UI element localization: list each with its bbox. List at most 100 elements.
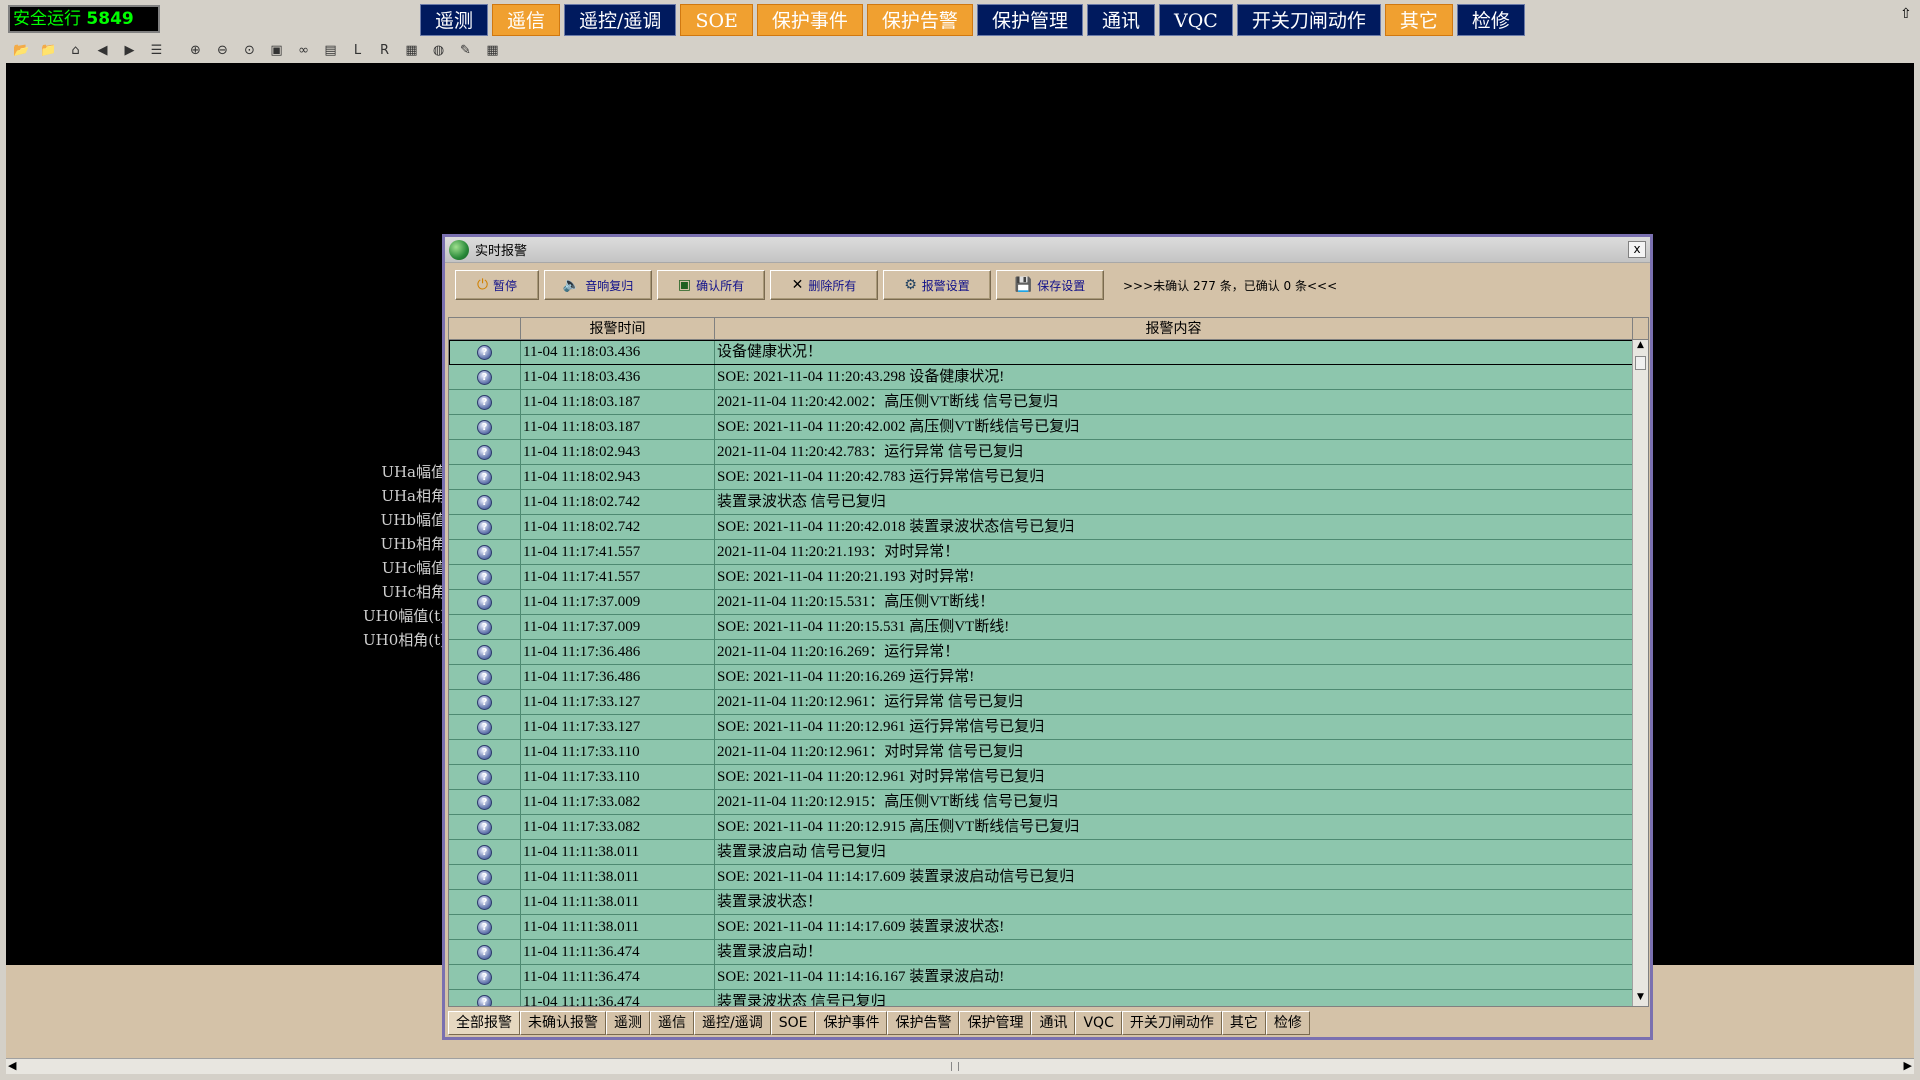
scroll-down-arrow-icon[interactable]: ▼ (1633, 992, 1648, 1006)
alarm-settings-button[interactable]: ⚙ 报警设置 (883, 270, 991, 300)
binoculars-icon[interactable]: ∞ (292, 39, 315, 61)
unconfirmed-icon[interactable]: ? (477, 644, 492, 660)
nav-tab[interactable]: 开关刀闸动作 (1236, 4, 1381, 36)
table-row[interactable]: ? 11-04 11:17:37.009 2021-11-04 11:20:15.5… (449, 590, 1633, 615)
table-row[interactable]: ? 11-04 11:18:03.436 设备健康状况！ (449, 340, 1633, 365)
table-row[interactable]: ? 11-04 11:11:36.474 装置录波启动！ (449, 940, 1633, 965)
table-row[interactable]: ? 11-04 11:18:03.436 SOE: 2021-11-04 11:20… (449, 365, 1633, 390)
unconfirmed-icon[interactable]: ? (477, 469, 492, 485)
table-row[interactable]: ? 11-04 11:17:33.082 SOE: 2021-11-04 11:20… (449, 815, 1633, 840)
filter-tab[interactable]: 全部报警 (448, 1011, 520, 1035)
table-row[interactable]: ? 11-04 11:18:02.742 SOE: 2021-11-04 11:20… (449, 515, 1633, 540)
table-row[interactable]: ? 11-04 11:11:38.011 装置录波状态！ (449, 890, 1633, 915)
table-row[interactable]: ? 11-04 11:11:36.474 SOE: 2021-11-04 11:14… (449, 965, 1633, 990)
table-row[interactable]: ? 11-04 11:18:02.943 SOE: 2021-11-04 11:20… (449, 465, 1633, 490)
scroll-thumb[interactable] (951, 1062, 959, 1071)
rtu-icon[interactable]: R (373, 39, 396, 61)
nav-tab[interactable]: 检修 (1456, 4, 1525, 36)
scroll-up-arrow-icon[interactable]: ▲ (1633, 340, 1648, 354)
label-icon[interactable]: L (346, 39, 369, 61)
table-row[interactable]: ? 11-04 11:18:02.943 2021-11-04 11:20:42.7… (449, 440, 1633, 465)
filter-tab[interactable]: VQC (1075, 1011, 1122, 1035)
forward-icon[interactable]: ▶ (118, 39, 141, 61)
close-button[interactable]: x (1628, 241, 1646, 258)
table-row[interactable]: ? 11-04 11:17:33.110 SOE: 2021-11-04 11:20… (449, 765, 1633, 790)
chart-icon[interactable]: ▤ (319, 39, 342, 61)
confirm-all-button[interactable]: ▣ 确认所有 (657, 270, 765, 300)
nav-tab[interactable]: 通讯 (1086, 4, 1155, 36)
unconfirmed-icon[interactable]: ? (477, 719, 492, 735)
filter-tab[interactable]: 检修 (1265, 1011, 1310, 1035)
horizontal-scrollbar[interactable]: ◀ ▶ (6, 1058, 1914, 1074)
filter-tab[interactable]: 通讯 (1031, 1011, 1076, 1035)
filter-tab[interactable]: 开关刀闸动作 (1121, 1011, 1222, 1035)
filter-tab[interactable]: 遥控/遥调 (694, 1011, 771, 1035)
delete-all-button[interactable]: ✕ 删除所有 (770, 270, 878, 300)
save-settings-button[interactable]: 💾 保存设置 (996, 270, 1104, 300)
scroll-thumb[interactable] (1635, 356, 1646, 370)
unconfirmed-icon[interactable]: ? (477, 369, 492, 385)
unconfirmed-icon[interactable]: ? (477, 794, 492, 810)
nav-tab[interactable]: 其它 (1384, 4, 1453, 36)
scroll-right-icon[interactable]: ▶ (1904, 1059, 1912, 1072)
filter-tab[interactable]: 保护管理 (959, 1011, 1032, 1035)
zoom-in-icon[interactable]: ⊕ (184, 39, 207, 61)
nav-tab[interactable]: 遥控/遥调 (564, 4, 677, 36)
table-row[interactable]: ? 11-04 11:11:38.011 SOE: 2021-11-04 11:14… (449, 915, 1633, 940)
nav-tab[interactable]: 保护告警 (866, 4, 973, 36)
table-row[interactable]: ? 11-04 11:11:38.011 SOE: 2021-11-04 11:14… (449, 865, 1633, 890)
unconfirmed-icon[interactable]: ? (477, 919, 492, 935)
list-icon[interactable]: ☰ (145, 39, 168, 61)
table-row[interactable]: ? 11-04 11:17:37.009 SOE: 2021-11-04 11:20… (449, 615, 1633, 640)
unconfirmed-icon[interactable]: ? (477, 944, 492, 960)
table-row[interactable]: ? 11-04 11:17:33.110 2021-11-04 11:20:12.9… (449, 740, 1633, 765)
table-row[interactable]: ? 11-04 11:17:41.557 SOE: 2021-11-04 11:20… (449, 565, 1633, 590)
filter-tab[interactable]: SOE (770, 1011, 816, 1035)
table-row[interactable]: ? 11-04 11:17:33.127 2021-11-04 11:20:12.9… (449, 690, 1633, 715)
table-row[interactable]: ? 11-04 11:18:02.742 装置录波状态 信号已复归 (449, 490, 1633, 515)
back-icon[interactable]: ◀ (91, 39, 114, 61)
table-row[interactable]: ? 11-04 11:17:36.486 2021-11-04 11:20:16.2… (449, 640, 1633, 665)
unconfirmed-icon[interactable]: ? (477, 569, 492, 585)
sound-reset-button[interactable]: 🔈 音响复归 (544, 270, 652, 300)
header-time[interactable]: 报警时间 (521, 318, 715, 339)
unconfirmed-icon[interactable]: ? (477, 769, 492, 785)
table-row[interactable]: ? 11-04 11:17:36.486 SOE: 2021-11-04 11:20… (449, 665, 1633, 690)
screen-icon[interactable]: ▣ (265, 39, 288, 61)
device-icon[interactable]: ▦ (400, 39, 423, 61)
table-row[interactable]: ? 11-04 11:11:38.011 装置录波启动 信号已复归 (449, 840, 1633, 865)
vertical-scrollbar[interactable]: ▲ ▼ (1632, 340, 1648, 1006)
unconfirmed-icon[interactable]: ? (477, 419, 492, 435)
filter-tab[interactable]: 遥测 (606, 1011, 650, 1035)
unconfirmed-icon[interactable]: ? (477, 669, 492, 685)
table-row[interactable]: ? 11-04 11:11:36.474 装置录波状态 信号已复归 (449, 990, 1633, 1006)
globe-icon[interactable]: ◍ (427, 39, 450, 61)
unconfirmed-icon[interactable]: ? (477, 394, 492, 410)
unconfirmed-icon[interactable]: ? (477, 544, 492, 560)
home-icon[interactable]: ⌂ (64, 39, 87, 61)
nav-tab[interactable]: 遥信 (492, 4, 561, 36)
unconfirmed-icon[interactable]: ? (477, 994, 492, 1006)
scroll-left-icon[interactable]: ◀ (8, 1059, 16, 1072)
nav-tab[interactable]: SOE (680, 4, 753, 36)
dialog-titlebar[interactable]: 实时报警 x (445, 237, 1650, 263)
grid-icon[interactable]: ▦ (481, 39, 504, 61)
open-folder-icon[interactable]: 📂 (10, 39, 33, 61)
pause-button[interactable]: ⏻ 暂停 (455, 270, 539, 300)
folder-icon[interactable]: 📁 (37, 39, 60, 61)
table-row[interactable]: ? 11-04 11:17:33.082 2021-11-04 11:20:12.9… (449, 790, 1633, 815)
unconfirmed-icon[interactable]: ? (477, 819, 492, 835)
unconfirmed-icon[interactable]: ? (477, 619, 492, 635)
unconfirmed-icon[interactable]: ? (477, 444, 492, 460)
tools-icon[interactable]: ✎ (454, 39, 477, 61)
nav-tab[interactable]: 保护事件 (756, 4, 863, 36)
filter-tab[interactable]: 其它 (1221, 1011, 1266, 1035)
nav-tab[interactable]: VQC (1158, 4, 1233, 36)
zoom-out-icon[interactable]: ⊖ (211, 39, 234, 61)
filter-tab[interactable]: 保护告警 (887, 1011, 960, 1035)
table-row[interactable]: ? 11-04 11:17:41.557 2021-11-04 11:20:21.1… (449, 540, 1633, 565)
unconfirmed-icon[interactable]: ? (477, 844, 492, 860)
unconfirmed-icon[interactable]: ? (477, 694, 492, 710)
unconfirmed-icon[interactable]: ? (477, 894, 492, 910)
unconfirmed-icon[interactable]: ? (477, 869, 492, 885)
